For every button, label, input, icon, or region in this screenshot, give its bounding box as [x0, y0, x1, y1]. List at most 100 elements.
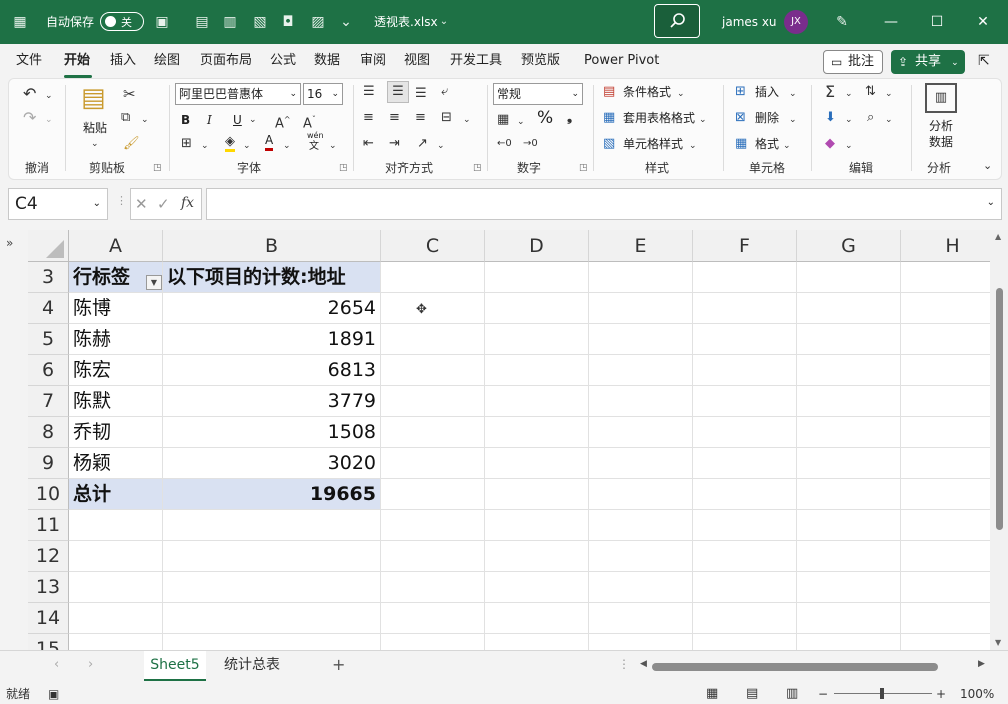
clear-chevron-icon[interactable]: ⌄ — [845, 137, 853, 155]
phonetic-top[interactable]: wén — [307, 131, 324, 141]
user-name[interactable]: james xu — [722, 0, 777, 44]
zoom-out-icon[interactable]: − — [818, 684, 828, 704]
empty-cell[interactable] — [163, 634, 381, 650]
increase-decimal-icon[interactable]: ←0 — [497, 135, 512, 153]
tab-draw[interactable]: 绘图 — [154, 52, 180, 70]
empty-cell[interactable] — [381, 293, 485, 324]
empty-cell[interactable] — [797, 448, 901, 479]
vertical-scrollbar[interactable]: ▲ ▼ — [990, 230, 1008, 650]
empty-cell[interactable] — [693, 355, 797, 386]
pivot-name-cell[interactable]: 陈默 — [69, 386, 163, 417]
avatar[interactable]: JX — [784, 10, 808, 34]
cut-icon[interactable]: ✂ — [123, 85, 136, 103]
merge-center-icon[interactable]: ⊟ — [441, 109, 452, 127]
pivot-value-header[interactable]: 以下项目的计数:地址 — [163, 262, 381, 293]
empty-cell[interactable] — [797, 293, 901, 324]
conditional-format-icon[interactable]: ▤ — [603, 83, 615, 101]
cell-styles-icon[interactable]: ▧ — [603, 135, 615, 153]
clipboard-launcher-icon[interactable]: ◳ — [153, 163, 162, 173]
pen-icon[interactable]: ✎ — [834, 14, 850, 30]
empty-cell[interactable] — [69, 603, 163, 634]
cell-styles-button[interactable]: 单元格样式 — [623, 135, 683, 153]
align-left-icon[interactable]: ≡ — [363, 109, 374, 127]
tab-formulas[interactable]: 公式 — [270, 52, 296, 70]
empty-cell[interactable] — [381, 510, 485, 541]
column-header-b[interactable]: B — [163, 230, 381, 262]
empty-cell[interactable] — [589, 479, 693, 510]
empty-cell[interactable] — [901, 448, 990, 479]
tab-page-layout[interactable]: 页面布局 — [200, 52, 252, 70]
empty-cell[interactable] — [589, 572, 693, 603]
empty-cell[interactable] — [693, 603, 797, 634]
empty-cell[interactable] — [163, 541, 381, 572]
camera-icon[interactable]: ◘ — [280, 14, 296, 30]
format-cells-button[interactable]: 格式 — [755, 135, 779, 153]
column-header-h[interactable]: H — [901, 230, 990, 262]
row-header[interactable]: 13 — [28, 572, 69, 603]
empty-cell[interactable] — [901, 293, 990, 324]
empty-cell[interactable] — [381, 417, 485, 448]
horizontal-scroll-thumb[interactable] — [652, 663, 938, 671]
phonetic-chevron-icon[interactable]: ⌄ — [329, 137, 337, 155]
undo-chevron-icon[interactable]: ⌄ — [45, 87, 53, 105]
clear-icon[interactable]: ◆ — [825, 135, 835, 153]
name-box[interactable]: C4 ⌄ — [8, 188, 108, 220]
fill-icon[interactable]: ⬇ — [825, 109, 836, 127]
empty-cell[interactable] — [485, 386, 589, 417]
empty-cell[interactable] — [485, 541, 589, 572]
customize-toolbar-icon[interactable]: ⌄ — [338, 14, 354, 30]
next-sheet-chevron-icon[interactable]: › — [88, 657, 93, 672]
empty-cell[interactable] — [693, 417, 797, 448]
empty-cell[interactable] — [901, 417, 990, 448]
empty-cell[interactable] — [797, 634, 901, 650]
empty-cell[interactable] — [589, 448, 693, 479]
tab-split-grip-icon[interactable]: ⋮ — [618, 657, 630, 671]
empty-cell[interactable] — [693, 510, 797, 541]
delete-cells-icon[interactable]: ⊠ — [735, 109, 746, 127]
page-layout-view-icon[interactable]: ▤ — [746, 684, 758, 704]
empty-cell[interactable] — [589, 386, 693, 417]
empty-cell[interactable] — [485, 262, 589, 293]
pivot-filter-dropdown-icon[interactable]: ▼ — [146, 275, 162, 290]
pivot-value-cell[interactable]: 1891 — [163, 324, 381, 355]
insert-cells-button[interactable]: 插入 — [755, 83, 779, 101]
row-header[interactable]: 12 — [28, 541, 69, 572]
format-cells-icon[interactable]: ▦ — [735, 135, 747, 153]
filename-chevron-down-icon[interactable]: ⌄ — [436, 14, 452, 30]
row-header[interactable]: 4 — [28, 293, 69, 324]
column-header-g[interactable]: G — [797, 230, 901, 262]
pivot-name-cell[interactable]: 陈博 — [69, 293, 163, 324]
empty-cell[interactable] — [69, 541, 163, 572]
scroll-up-icon[interactable]: ▲ — [995, 232, 1001, 241]
empty-cell[interactable] — [693, 324, 797, 355]
empty-cell[interactable] — [693, 634, 797, 650]
number-format-select[interactable]: 常规 ⌄ — [493, 83, 583, 105]
empty-cell[interactable] — [381, 572, 485, 603]
prev-sheet-chevron-icon[interactable]: ‹ — [54, 657, 59, 672]
delete-chevron-icon[interactable]: ⌄ — [789, 111, 797, 129]
autosum-chevron-icon[interactable]: ⌄ — [845, 85, 853, 103]
font-color-button[interactable]: A — [265, 133, 274, 151]
empty-cell[interactable] — [163, 603, 381, 634]
pivot-name-cell[interactable]: 陈宏 — [69, 355, 163, 386]
sheet-tab-sheet5[interactable]: Sheet5 — [144, 651, 206, 681]
pivot-total-label[interactable]: 总计 — [69, 479, 163, 510]
pivot-value-cell[interactable]: 1508 — [163, 417, 381, 448]
cell-styles-chevron-icon[interactable]: ⌄ — [689, 137, 697, 155]
decrease-decimal-icon[interactable]: →0 — [523, 135, 538, 153]
page-view-icon[interactable]: ▥ — [222, 14, 238, 30]
empty-cell[interactable] — [485, 634, 589, 650]
empty-cell[interactable] — [381, 386, 485, 417]
tab-view[interactable]: 视图 — [404, 52, 430, 70]
scroll-left-icon[interactable]: ◀ — [640, 659, 647, 669]
number-launcher-icon[interactable]: ◳ — [579, 163, 588, 173]
underline-chevron-icon[interactable]: ⌄ — [249, 111, 257, 129]
conditional-format-button[interactable]: 条件格式 — [623, 83, 671, 101]
empty-cell[interactable] — [693, 479, 797, 510]
pivot-value-cell[interactable]: 3779 — [163, 386, 381, 417]
empty-cell[interactable] — [589, 603, 693, 634]
align-center-icon[interactable]: ≡ — [389, 109, 400, 127]
empty-cell[interactable] — [901, 634, 990, 650]
row-header[interactable]: 15 — [28, 634, 69, 650]
pivot-name-cell[interactable]: 陈赫 — [69, 324, 163, 355]
